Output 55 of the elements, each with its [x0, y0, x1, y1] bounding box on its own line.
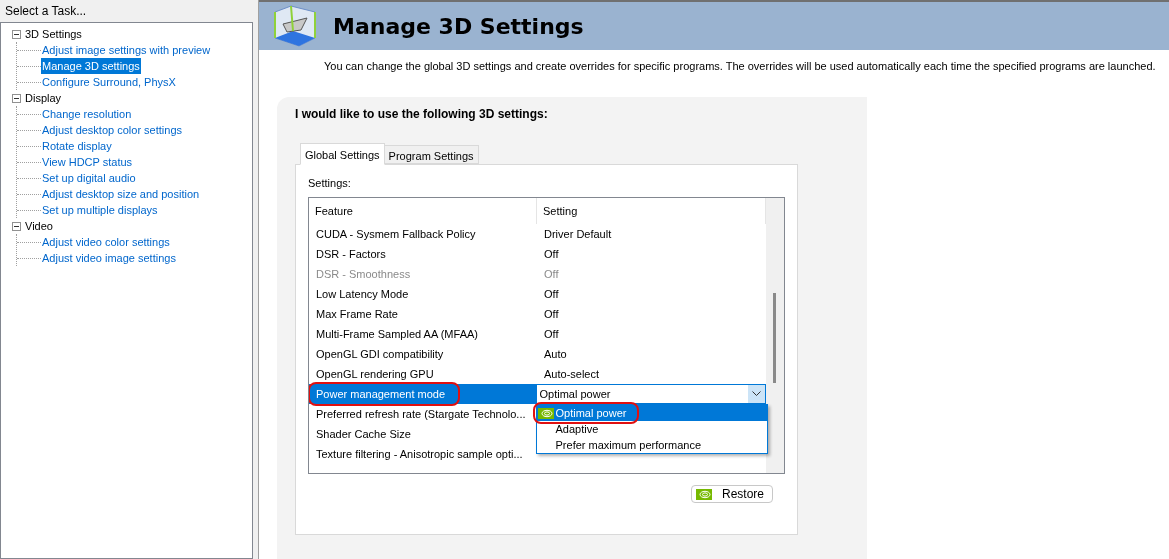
chevron-down-icon[interactable] [748, 385, 765, 403]
collapse-toggle[interactable] [12, 93, 21, 103]
tree-item[interactable]: Adjust desktop color settings [41, 122, 184, 138]
collapse-toggle[interactable] [12, 29, 21, 39]
feature-cell[interactable]: OpenGL GDI compatibility [309, 344, 537, 364]
tree-item[interactable]: Set up digital audio [41, 170, 137, 186]
panel-heading: I would like to use the following 3D settings: [295, 105, 549, 123]
tree-category[interactable]: 3D Settings [25, 26, 82, 42]
setting-cell-text: Off [543, 246, 559, 262]
feature-cell[interactable]: Power management mode [309, 384, 536, 404]
tree-item[interactable]: Configure Surround, PhysX [41, 74, 177, 90]
tree-item[interactable]: Set up multiple displays [41, 202, 159, 218]
page-title: Manage 3D Settings [333, 12, 584, 41]
column-header[interactable]: Feature [309, 198, 537, 224]
feature-cell[interactable]: OpenGL rendering GPU [309, 364, 537, 384]
setting-cell-text: Off [543, 306, 559, 322]
page-description: You can change the global 3D settings and create overrides for specific programs. The overrides will be used automatically each time the specified programs are launched. [323, 59, 1157, 74]
collapse-toggle[interactable] [12, 221, 21, 231]
setting-cell-text: Auto-select [543, 366, 600, 382]
tree-item[interactable]: Change resolution [41, 106, 133, 122]
feature-cell[interactable]: Shader Cache Size [309, 424, 537, 444]
tree-item[interactable]: Adjust video color settings [41, 234, 171, 250]
settings-label: Settings: [308, 175, 352, 191]
setting-cell-text: Auto [543, 346, 567, 362]
setting-cell-text: Off [543, 286, 559, 302]
restore-button[interactable]: Restore [690, 485, 773, 503]
dropdown-option[interactable]: Optimal power [536, 405, 767, 421]
tree-item[interactable]: Rotate display [41, 138, 113, 154]
tree-item[interactable]: Manage 3D settings [41, 58, 141, 74]
cube-icon [271, 4, 319, 48]
setting-cell-text: Driver Default [543, 226, 612, 242]
sidebar-title: Select a Task... [4, 3, 88, 20]
feature-cell[interactable]: DSR - Factors [309, 244, 537, 264]
tree-item[interactable]: Adjust image settings with preview [41, 42, 212, 58]
feature-cell[interactable]: CUDA - Sysmem Fallback Policy [309, 224, 537, 244]
dropdown-option[interactable]: Adaptive [536, 421, 767, 437]
tree-item[interactable]: View HDCP status [41, 154, 134, 170]
feature-cell[interactable]: Low Latency Mode [309, 284, 537, 304]
feature-cell[interactable]: Texture filtering - Anisotropic sample opti... [309, 444, 537, 464]
scrollbar[interactable] [766, 198, 784, 473]
tree-category[interactable]: Display [25, 90, 62, 106]
tree-category[interactable]: Video [25, 218, 53, 234]
setting-dropdown[interactable]: Optimal power [535, 384, 766, 404]
settings-tab[interactable]: Program Settings [384, 144, 479, 164]
feature-cell[interactable]: Multi-Frame Sampled AA (MFAA) [309, 324, 537, 344]
settings-tab[interactable]: Global Settings [300, 142, 385, 165]
nvidia-eye-icon [695, 488, 712, 500]
feature-cell[interactable]: Preferred refresh rate (Stargate Technolo... [309, 404, 537, 424]
tree-item[interactable]: Adjust video image settings [41, 250, 177, 266]
feature-cell[interactable]: Max Frame Rate [309, 304, 537, 324]
dropdown-option[interactable]: Prefer maximum performance [536, 437, 767, 453]
setting-cell-text: Off [543, 266, 559, 282]
setting-cell-text: Off [543, 326, 559, 342]
dropdown-value: Optimal power [539, 386, 611, 402]
tree-item[interactable]: Adjust desktop size and position [41, 186, 201, 202]
